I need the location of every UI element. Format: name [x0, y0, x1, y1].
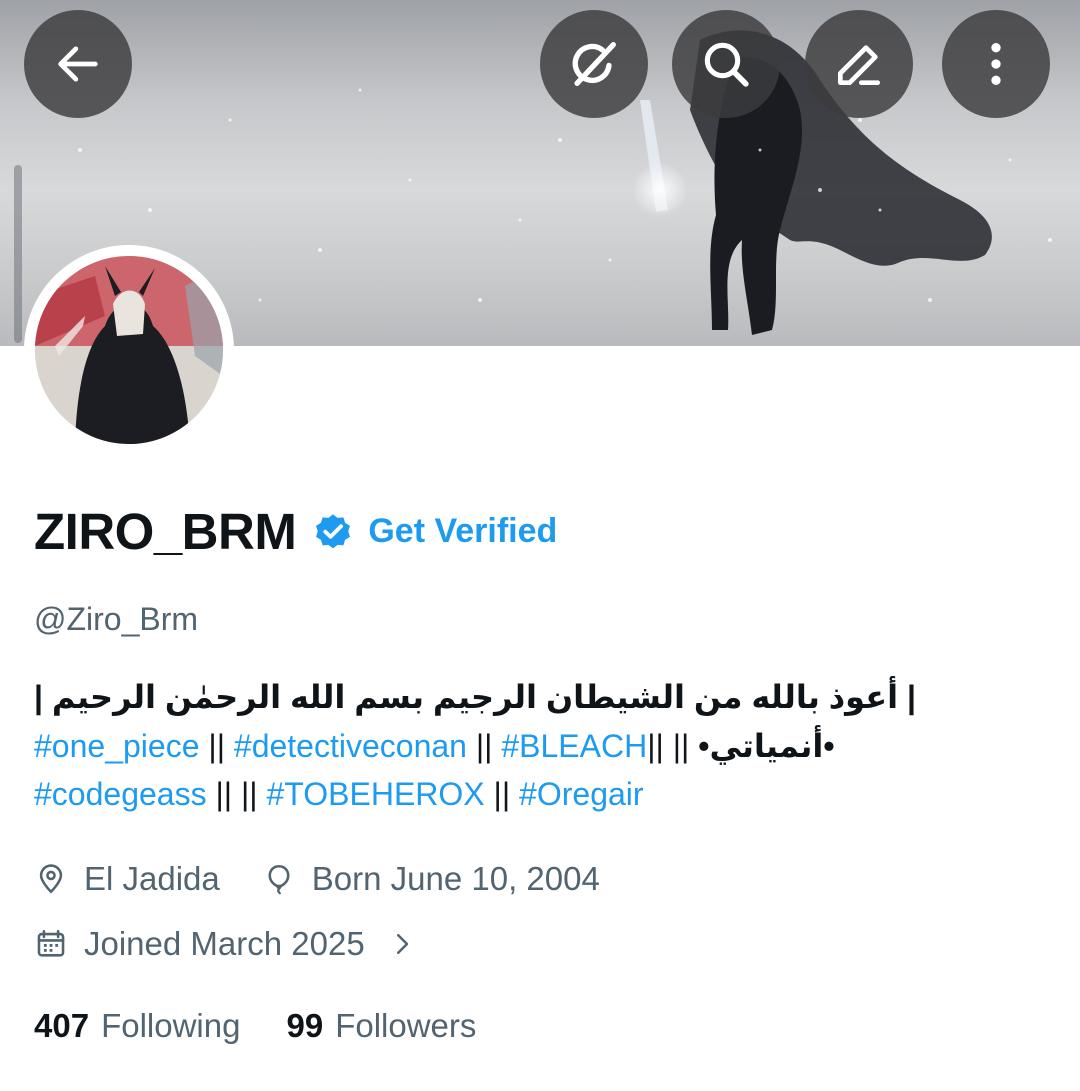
- bio-line-arabic: | أعوذ بالله من الشيطان الرجيم بسم الله …: [34, 679, 916, 715]
- profile-meta-row: El Jadida Born June 10, 2004: [34, 860, 600, 898]
- calendar-icon: [37, 929, 65, 957]
- more-button[interactable]: [942, 10, 1050, 118]
- followers-label: Followers: [335, 1007, 477, 1044]
- search-icon: [704, 42, 749, 87]
- scrollbar-thumb[interactable]: [14, 165, 22, 343]
- joined-row[interactable]: Joined March 2025: [34, 925, 417, 963]
- following-stat[interactable]: 407 Following: [34, 1007, 240, 1045]
- back-button[interactable]: [24, 10, 132, 118]
- location-pin-icon: [39, 864, 63, 894]
- separator-text: ||: [484, 776, 520, 812]
- hashtag-link[interactable]: #one_piece: [34, 728, 199, 764]
- edit-button[interactable]: [805, 10, 913, 118]
- avatar[interactable]: [35, 256, 223, 444]
- chevron-right-icon[interactable]: [387, 929, 417, 959]
- more-vertical-icon: [991, 43, 1001, 85]
- user-handle: @Ziro_Brm: [34, 601, 199, 637]
- followers-count: 99: [286, 1007, 324, 1044]
- hashtag-link[interactable]: #detectiveconan: [234, 728, 467, 764]
- separator-text: || ||: [206, 776, 267, 812]
- hashtag-link[interactable]: #TOBEHEROX: [267, 776, 485, 812]
- separator-text: || ||: [647, 728, 699, 764]
- separator-text: ||: [466, 728, 502, 764]
- separator-text: ||: [199, 728, 234, 764]
- following-label: Following: [101, 1007, 241, 1044]
- display-name: ZIRO_BRM: [34, 502, 297, 560]
- bio-line-hashtags-2: #codegeass || || #TOBEHEROX || #Oregair: [34, 776, 644, 813]
- joined-text: Joined March 2025: [84, 925, 365, 962]
- following-count: 407: [34, 1007, 90, 1044]
- search-button[interactable]: [672, 10, 780, 118]
- bio-arabic-word: •أنمياتي•: [698, 728, 835, 764]
- balloon-icon: [268, 864, 290, 895]
- get-verified-link[interactable]: Get Verified: [368, 512, 557, 551]
- name-row: ZIRO_BRM Get Verified: [34, 500, 557, 562]
- bio-line-hashtags-1: #one_piece || #detectiveconan || #BLEACH…: [34, 727, 835, 765]
- grok-button[interactable]: [540, 10, 648, 118]
- follow-stats: 407 Following 99 Followers: [34, 1007, 476, 1045]
- verified-badge-icon[interactable]: [312, 510, 354, 552]
- grok-icon: [572, 42, 616, 86]
- birthday-text: Born June 10, 2004: [311, 860, 600, 897]
- hashtag-link[interactable]: #BLEACH: [501, 728, 647, 764]
- hashtag-link[interactable]: #Oregair: [519, 776, 644, 812]
- followers-stat[interactable]: 99 Followers: [286, 1007, 476, 1045]
- edit-icon: [838, 45, 880, 85]
- avatar-image: [35, 256, 223, 444]
- hashtag-link[interactable]: #codegeass: [34, 776, 207, 812]
- arrow-left-icon: [58, 46, 98, 82]
- location-text: El Jadida: [84, 860, 220, 897]
